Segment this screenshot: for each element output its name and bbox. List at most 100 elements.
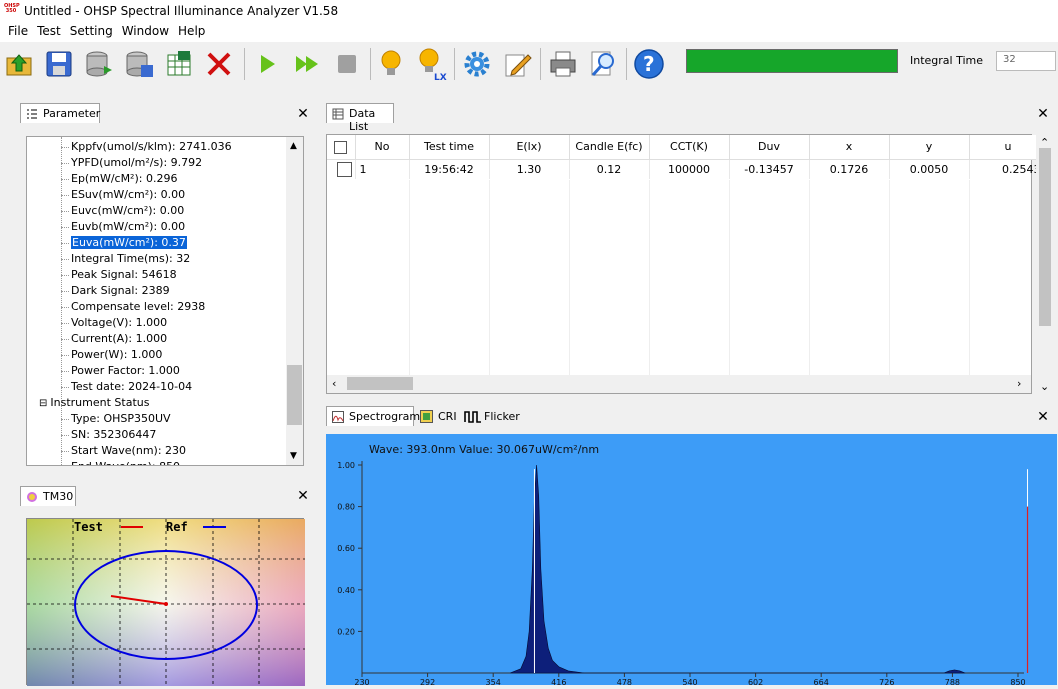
tab-tm30[interactable]: TM30 bbox=[20, 486, 76, 506]
parameter-text: Dark Signal: 2389 bbox=[71, 284, 170, 297]
print-icon[interactable] bbox=[546, 47, 580, 81]
scroll-down-icon[interactable]: ▼ bbox=[290, 451, 297, 461]
tree-group[interactable]: ⊟ Instrument Status bbox=[39, 396, 149, 409]
spectrum-icon bbox=[332, 411, 344, 423]
parameter-item[interactable]: Type: OHSP350UV bbox=[71, 412, 171, 425]
excel-icon[interactable] bbox=[162, 47, 196, 81]
parameter-item[interactable]: Kppfv(umol/s/klm): 2741.036 bbox=[71, 140, 232, 153]
open-folder-icon[interactable] bbox=[2, 47, 36, 81]
cri-icon bbox=[420, 410, 433, 423]
parameter-item[interactable]: Compensate level: 2938 bbox=[71, 300, 205, 313]
scroll-up-icon[interactable]: ▲ bbox=[290, 141, 297, 151]
progress-bar bbox=[686, 49, 898, 73]
parameter-item[interactable]: Power Factor: 1.000 bbox=[71, 364, 180, 377]
gear-icon[interactable] bbox=[460, 47, 494, 81]
svg-text:?: ? bbox=[643, 52, 655, 76]
scroll-down-icon[interactable]: ⌄ bbox=[1040, 380, 1049, 393]
parameter-text: Start Wave(nm): 230 bbox=[71, 444, 187, 457]
column-header[interactable]: Candle E(fc) bbox=[569, 135, 650, 160]
delete-icon[interactable] bbox=[202, 47, 236, 81]
column-header[interactable]: CCT(K) bbox=[649, 135, 730, 160]
parameter-item[interactable]: Current(A): 1.000 bbox=[71, 332, 167, 345]
parameter-item[interactable]: Ep(mW/cM²): 0.296 bbox=[71, 172, 177, 185]
data-list-vscrollbar[interactable]: ⌃ ⌄ bbox=[1036, 134, 1054, 396]
parameter-item[interactable]: Integral Time(ms): 32 bbox=[71, 252, 190, 265]
parameter-item[interactable]: Power(W): 1.000 bbox=[71, 348, 162, 361]
svg-text:LX: LX bbox=[434, 73, 447, 81]
parameter-item[interactable]: Euva(mW/cm²): 0.37 bbox=[71, 236, 187, 249]
column-header[interactable]: y bbox=[889, 135, 970, 160]
close-tm30-icon[interactable]: ✕ bbox=[296, 489, 310, 503]
close-data-list-icon[interactable]: ✕ bbox=[1036, 107, 1050, 121]
column-header[interactable]: x bbox=[809, 135, 890, 160]
data-list-hscrollbar[interactable]: ‹ › bbox=[327, 375, 1031, 393]
tree-connector bbox=[61, 147, 69, 148]
edit-icon[interactable] bbox=[500, 47, 534, 81]
play-icon[interactable] bbox=[250, 47, 284, 81]
menu-file[interactable]: File bbox=[8, 22, 37, 42]
column-header[interactable]: No bbox=[355, 135, 410, 160]
hscroll-thumb[interactable] bbox=[347, 377, 413, 390]
parameter-list: Kppfv(umol/s/klm): 2741.036 YPFD(umol/m²/… bbox=[27, 137, 285, 465]
select-all-checkbox[interactable] bbox=[327, 135, 356, 160]
column-header[interactable]: E(lx) bbox=[489, 135, 570, 160]
search-icon[interactable] bbox=[586, 47, 620, 81]
vscroll-thumb[interactable] bbox=[1039, 148, 1051, 326]
column-header[interactable]: Duv bbox=[729, 135, 810, 160]
parameter-item[interactable]: Euvc(mW/cm²): 0.00 bbox=[71, 204, 184, 217]
tab-flicker[interactable]: Flicker bbox=[462, 407, 520, 427]
tab-cri[interactable]: CRI bbox=[418, 407, 457, 427]
title-bar: OHSP 350 Untitled - OHSP Spectral Illumin… bbox=[0, 0, 1058, 22]
menu-bar: File Test Setting Window Help bbox=[0, 22, 1058, 42]
tab-spectrogram[interactable]: Spectrogram bbox=[326, 406, 420, 426]
parameter-scrollbar[interactable]: ▲ ▼ bbox=[286, 137, 303, 465]
help-icon[interactable]: ? bbox=[632, 47, 666, 81]
parameter-item[interactable]: Peak Signal: 54618 bbox=[71, 268, 177, 281]
tab-parameter[interactable]: Parameter bbox=[20, 103, 100, 123]
scroll-right-icon[interactable]: › bbox=[1017, 377, 1021, 390]
fast-forward-icon[interactable] bbox=[290, 47, 324, 81]
cell: 1.30 bbox=[489, 159, 570, 179]
y-tick-label: 0.40 bbox=[337, 586, 355, 595]
toolbar-separator bbox=[540, 48, 541, 80]
x-tick-label: 230 bbox=[354, 678, 369, 685]
scroll-thumb[interactable] bbox=[287, 365, 302, 425]
column-header[interactable]: Test time bbox=[409, 135, 490, 160]
tree-connector bbox=[61, 355, 69, 356]
cell: 0.0050 bbox=[889, 159, 970, 179]
close-parameter-icon[interactable]: ✕ bbox=[296, 107, 310, 121]
parameter-item[interactable]: YPFD(umol/m²/s): 9.792 bbox=[71, 156, 202, 169]
integral-time-input[interactable]: 32 bbox=[996, 51, 1056, 71]
stop-icon[interactable] bbox=[330, 47, 364, 81]
tab-flicker-label: Flicker bbox=[484, 410, 520, 423]
parameter-item[interactable]: Dark Signal: 2389 bbox=[71, 284, 170, 297]
menu-help[interactable]: Help bbox=[178, 22, 214, 42]
database-icon[interactable] bbox=[82, 47, 116, 81]
parameter-item[interactable]: SN: 352306447 bbox=[71, 428, 156, 441]
scroll-left-icon[interactable]: ‹ bbox=[332, 377, 336, 390]
menu-window[interactable]: Window bbox=[122, 22, 178, 42]
parameter-item[interactable]: End Wave(nm): 850 bbox=[71, 460, 180, 465]
parameter-item[interactable]: Voltage(V): 1.000 bbox=[71, 316, 167, 329]
menu-test[interactable]: Test bbox=[37, 22, 70, 42]
close-spectrum-icon[interactable]: ✕ bbox=[1036, 410, 1050, 424]
tree-connector bbox=[61, 137, 62, 465]
menu-setting[interactable]: Setting bbox=[70, 22, 122, 42]
parameter-item[interactable]: Start Wave(nm): 230 bbox=[71, 444, 186, 457]
save-icon[interactable] bbox=[42, 47, 76, 81]
tab-data-list[interactable]: Data List bbox=[326, 103, 394, 133]
parameter-item[interactable]: Test date: 2024-10-04 bbox=[71, 380, 192, 393]
parameter-item[interactable]: Euvb(mW/cm²): 0.00 bbox=[71, 220, 185, 233]
parameter-text: End Wave(nm): 850 bbox=[71, 460, 180, 465]
row-checkbox[interactable] bbox=[327, 159, 356, 179]
bulb-icon[interactable] bbox=[374, 47, 408, 81]
parameter-item[interactable]: ESuv(mW/cm²): 0.00 bbox=[71, 188, 185, 201]
database-save-icon[interactable] bbox=[122, 47, 156, 81]
bulb-lx-icon[interactable]: LX bbox=[414, 47, 448, 81]
toolbar-separator bbox=[626, 48, 627, 80]
tree-connector bbox=[61, 451, 69, 452]
parameter-text: Integral Time(ms): 32 bbox=[71, 252, 191, 265]
parameter-text: Kppfv(umol/s/klm): 2741.036 bbox=[71, 140, 232, 153]
table-row[interactable]: 1 19:56:42 1.30 0.12 100000 -0.13457 0.1… bbox=[327, 159, 1048, 179]
collapse-icon[interactable]: ⊟ bbox=[39, 398, 47, 409]
